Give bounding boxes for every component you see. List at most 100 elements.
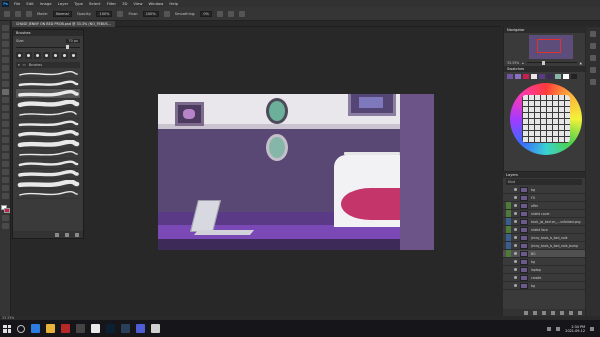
layer-row[interactable]: offer xyxy=(503,202,585,210)
eye-icon[interactable] xyxy=(514,220,517,223)
adjustments-icon[interactable] xyxy=(590,55,596,61)
color-swatch[interactable] xyxy=(547,74,553,79)
menu-file[interactable]: File xyxy=(11,1,23,6)
photoshop-icon[interactable] xyxy=(106,324,115,333)
recent-brush[interactable] xyxy=(52,52,59,59)
menu-image[interactable]: Image xyxy=(37,1,55,6)
zoom-tool-icon[interactable] xyxy=(1,185,9,191)
windows-start-icon[interactable] xyxy=(3,324,11,333)
menu-type[interactable]: Type xyxy=(71,1,86,6)
recent-brush[interactable] xyxy=(34,52,41,59)
navigator-zoom-value[interactable]: 33.33% xyxy=(507,61,519,65)
brush-preset[interactable] xyxy=(16,149,80,159)
brush-preset[interactable] xyxy=(16,139,80,149)
more-tools-icon[interactable] xyxy=(1,193,9,199)
path-select-tool-icon[interactable] xyxy=(1,161,9,167)
brush-preset[interactable] xyxy=(16,69,80,79)
trash-icon[interactable] xyxy=(75,232,79,237)
eye-icon[interactable] xyxy=(514,252,517,255)
navigator-zoom-thumb[interactable] xyxy=(541,60,545,65)
size-field[interactable]: 70 px xyxy=(66,38,80,43)
layer-row[interactable]: back_jw_bed on_...unfolded.png xyxy=(503,218,585,226)
zoom-out-icon[interactable]: ▴ xyxy=(522,61,524,65)
store-icon[interactable] xyxy=(61,324,70,333)
chrome-icon[interactable] xyxy=(91,324,100,333)
smoothing-field[interactable]: 0% xyxy=(200,10,212,17)
fx-icon[interactable] xyxy=(533,310,537,315)
eye-icon[interactable] xyxy=(514,228,517,231)
opacity-field[interactable]: 100% xyxy=(96,10,113,17)
eye-icon[interactable] xyxy=(514,236,517,239)
brush-settings-icon[interactable] xyxy=(26,10,32,17)
color-wheel[interactable] xyxy=(510,83,582,155)
dodge-tool-icon[interactable] xyxy=(1,137,9,143)
search-icon[interactable] xyxy=(17,324,25,333)
document-tab[interactable]: CHASE JENNY ON BED PROB.psd @ 33.3% (NO_… xyxy=(12,21,115,27)
color-swatch[interactable] xyxy=(507,74,513,79)
color-swatch[interactable] xyxy=(515,74,521,79)
eye-icon[interactable] xyxy=(514,196,517,199)
new-group-icon[interactable] xyxy=(55,232,59,237)
layer-row[interactable]: bg xyxy=(503,282,585,290)
files-icon[interactable] xyxy=(46,324,55,333)
volume-icon[interactable] xyxy=(556,326,561,331)
eye-icon[interactable] xyxy=(514,188,517,191)
size-slider[interactable] xyxy=(16,45,80,49)
navigator-title[interactable]: Navigator xyxy=(504,27,585,33)
photoshop-logo-icon[interactable]: Ps xyxy=(2,0,9,7)
layer-row[interactable]: bg xyxy=(503,258,585,266)
color-swatch[interactable] xyxy=(539,74,545,79)
gradient-tool-icon[interactable] xyxy=(1,121,9,127)
color-swatch[interactable] xyxy=(571,74,577,79)
clock[interactable]: 2:34 PM 2021-09-12 xyxy=(565,325,585,333)
menu-filter[interactable]: Filter xyxy=(104,1,119,6)
color-grid[interactable] xyxy=(522,95,570,143)
layer-row[interactable]: BG xyxy=(503,250,585,258)
mode-select[interactable]: Normal xyxy=(53,10,72,17)
channels-icon[interactable] xyxy=(590,67,596,73)
paths-icon[interactable] xyxy=(590,79,596,85)
color-swatch[interactable] xyxy=(563,74,569,79)
pen-tool-icon[interactable] xyxy=(1,145,9,151)
notifications-icon[interactable] xyxy=(590,326,594,331)
color-swatch[interactable] xyxy=(555,74,561,79)
color-swatch[interactable] xyxy=(523,74,529,79)
layer-row[interactable]: jenny_tools_b_bed_nole xyxy=(503,234,585,242)
trash-icon[interactable] xyxy=(578,310,582,315)
menu-edit[interactable]: Edit xyxy=(23,1,36,6)
steam-icon[interactable] xyxy=(121,324,130,333)
mask-icon[interactable] xyxy=(542,310,546,315)
recent-brush[interactable] xyxy=(70,52,77,59)
shape-tool-icon[interactable] xyxy=(1,169,9,175)
layer-row[interactable]: shield cover xyxy=(503,210,585,218)
history-brush-tool-icon[interactable] xyxy=(1,105,9,111)
menu-window[interactable]: Window xyxy=(145,1,166,6)
recent-brush[interactable] xyxy=(25,52,32,59)
edge-icon[interactable] xyxy=(31,324,40,333)
layers-filter[interactable]: Kind xyxy=(506,179,582,185)
link-layers-icon[interactable] xyxy=(524,310,528,315)
symmetry-icon[interactable] xyxy=(238,10,245,17)
brush-preset[interactable] xyxy=(16,119,80,129)
recent-brush[interactable] xyxy=(16,52,23,59)
brush-preset-icon[interactable] xyxy=(15,10,21,17)
navigator-zoom-slider[interactable] xyxy=(526,60,577,65)
new-group-icon[interactable] xyxy=(560,310,564,315)
eye-icon[interactable] xyxy=(514,260,517,263)
brush-preset[interactable] xyxy=(16,79,80,89)
brush-preset[interactable] xyxy=(16,169,80,179)
music-icon[interactable] xyxy=(151,324,160,333)
layer-row[interactable]: shield face xyxy=(503,226,585,234)
menu-3d[interactable]: 3D xyxy=(119,1,130,6)
flow-field[interactable]: 100% xyxy=(142,10,159,17)
layer-row[interactable]: jenny_tools_b_bed_nole_bump xyxy=(503,242,585,250)
menu-select[interactable]: Select xyxy=(86,1,104,6)
pressure-opacity-icon[interactable] xyxy=(117,10,124,17)
blur-tool-icon[interactable] xyxy=(1,129,9,135)
eraser-tool-icon[interactable] xyxy=(1,113,9,119)
healing-tool-icon[interactable] xyxy=(1,81,9,87)
size-slider-thumb[interactable] xyxy=(65,45,69,49)
move-tool-icon[interactable] xyxy=(1,25,9,31)
layers-title[interactable]: Layers xyxy=(503,172,585,178)
eye-icon[interactable] xyxy=(514,268,517,271)
